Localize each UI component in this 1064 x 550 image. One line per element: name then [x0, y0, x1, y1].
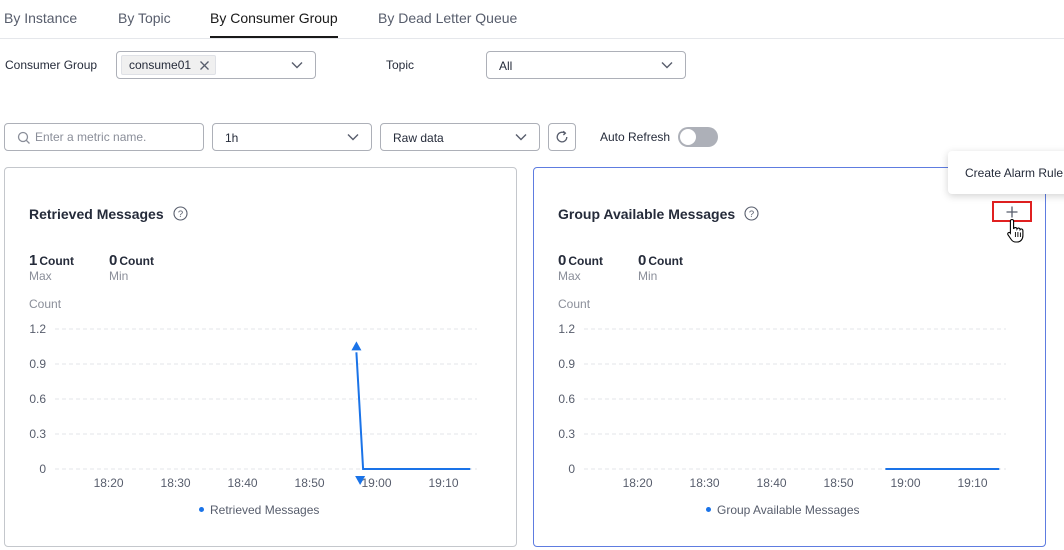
stat-min: 0 Count Min — [638, 252, 683, 282]
stat-max-label: Max — [558, 269, 581, 283]
stat-min-unit: Count — [119, 254, 154, 268]
stat-max-value: 1 — [29, 252, 38, 269]
chevron-down-icon — [291, 62, 303, 69]
x-tick-label: 19:00 — [891, 476, 921, 490]
x-tick-label: 18:20 — [94, 476, 124, 490]
stat-min-label: Min — [638, 269, 658, 283]
stat-max: 1 Count Max — [29, 252, 74, 282]
auto-refresh-label: Auto Refresh — [600, 130, 671, 144]
y-tick-label: 1.2 — [29, 322, 46, 336]
max-marker — [351, 341, 362, 351]
refresh-button[interactable] — [548, 123, 576, 151]
stat-min-unit: Count — [648, 254, 683, 268]
x-tick-label: 19:10 — [957, 476, 987, 490]
metric-card-group-available-messages: Group Available Messages ? 0 Count Max 0C… — [533, 167, 1046, 547]
stat-max-unit: Count — [39, 254, 74, 268]
x-tick-label: 18:30 — [690, 476, 720, 490]
data-type-select[interactable]: Raw data — [380, 123, 540, 151]
tab-bar: By Instance By Topic By Consumer Group B… — [0, 0, 1064, 39]
plus-icon — [1006, 206, 1018, 218]
stat-min-value: 0 — [109, 252, 118, 269]
tab-by-topic[interactable]: By Topic — [118, 10, 171, 26]
x-tick-label: 19:10 — [428, 476, 458, 490]
auto-refresh-toggle[interactable] — [678, 127, 718, 147]
metric-card-retrieved-messages: Retrieved Messages ? 1 Count Max 0 Count M… — [4, 167, 517, 547]
topic-select-value: All — [499, 59, 513, 73]
consumer-group-select[interactable]: consume01 — [116, 51, 316, 79]
card-title: Group Available Messages — [558, 206, 736, 222]
x-tick-label: 18:40 — [757, 476, 787, 490]
x-tick-label: 18:30 — [161, 476, 191, 490]
y-tick-label: 0.6 — [29, 392, 46, 406]
create-alarm-rule-tooltip: Create Alarm Rule — [948, 151, 1064, 194]
metric-search-input[interactable] — [35, 129, 195, 145]
svg-text:?: ? — [178, 209, 183, 220]
y-tick-label: 0.9 — [29, 357, 46, 371]
legend-label: Group Available Messages — [717, 503, 860, 517]
tooltip-text: Create Alarm Rule — [965, 166, 1064, 180]
y-tick-label: 0 — [39, 462, 46, 476]
period-select-value: 1h — [225, 131, 239, 145]
y-tick-label: 0 — [568, 462, 575, 476]
consumer-group-tag-label: consume01 — [129, 58, 192, 72]
x-tick-label: 18:40 — [228, 476, 258, 490]
search-icon — [17, 131, 30, 144]
series-line — [355, 352, 471, 470]
line-chart: 0 0.3 0.6 0.9 1.2 18:20 18:30 18:40 18:50 19:00 19… — [558, 322, 1006, 490]
y-tick-label: 1.2 — [558, 322, 575, 336]
svg-text:?: ? — [749, 209, 754, 220]
x-tick-label: 18:50 — [295, 476, 325, 490]
tab-by-consumer-group[interactable]: By Consumer Group — [210, 10, 338, 26]
y-tick-label: 0.3 — [558, 427, 575, 441]
stat-min: 0 Count Min — [109, 252, 154, 282]
consumer-group-tag: consume01 — [121, 55, 217, 75]
close-icon[interactable] — [199, 60, 210, 71]
tab-by-dead-letter-queue[interactable]: By Dead Letter Queue — [378, 10, 517, 26]
chevron-down-icon — [515, 134, 527, 141]
y-tick-label: 0.9 — [558, 357, 575, 371]
period-select[interactable]: 1h — [212, 123, 372, 151]
data-type-select-value: Raw data — [393, 131, 444, 145]
stat-max-value: 0 — [558, 252, 567, 269]
card-title: Retrieved Messages — [29, 206, 164, 222]
active-tab-indicator — [210, 36, 338, 38]
consumer-group-label: Consumer Group — [5, 58, 98, 72]
x-tick-label: 19:00 — [362, 476, 392, 490]
x-tick-label: 18:20 — [623, 476, 653, 490]
chart-legend: Group Available Messages — [706, 503, 860, 517]
legend-label: Retrieved Messages — [210, 503, 320, 517]
y-tick-label: 0.3 — [29, 427, 46, 441]
stat-max-unit: Count — [568, 254, 603, 268]
y-tick-label: 0.6 — [558, 392, 575, 406]
stat-max: 0 Count Max — [558, 252, 603, 282]
help-icon[interactable]: ? — [744, 206, 759, 221]
stat-max-label: Max — [29, 269, 52, 283]
chart-legend: Retrieved Messages — [199, 503, 319, 517]
help-icon[interactable]: ? — [173, 206, 188, 221]
chevron-down-icon — [347, 134, 359, 141]
metric-search — [4, 123, 204, 151]
stat-min-value: 0 — [638, 252, 647, 269]
topic-select[interactable]: All — [486, 51, 686, 79]
chevron-down-icon — [661, 62, 673, 69]
topic-label: Topic — [386, 58, 415, 72]
stat-min-label: Min — [109, 269, 129, 283]
legend-dot — [199, 507, 204, 513]
refresh-icon — [556, 130, 568, 143]
x-tick-label: 18:50 — [824, 476, 854, 490]
line-chart: 0 0.3 0.6 0.9 1.2 18:20 18:30 18:40 18:50 19:00 19… — [29, 322, 477, 490]
tab-by-instance[interactable]: By Instance — [4, 10, 77, 26]
toggle-knob — [680, 129, 696, 145]
create-alarm-rule-button[interactable] — [992, 201, 1032, 222]
legend-dot — [706, 507, 711, 513]
